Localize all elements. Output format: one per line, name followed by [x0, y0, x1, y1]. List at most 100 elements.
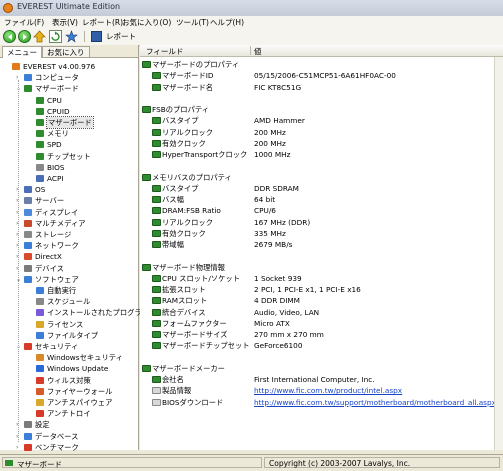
link-icon — [152, 387, 161, 395]
property-row[interactable]: 会社名 First International Computer, Inc. — [140, 374, 503, 385]
tree-item-label: 設定 — [35, 420, 50, 430]
section-header[interactable]: マザーボードのプロパティ — [140, 59, 503, 70]
motherboard-icon — [142, 263, 151, 271]
tree-item-label: OS — [35, 185, 46, 195]
property-value: GeForce6100 — [254, 341, 303, 351]
tree-item-label: スケジュール — [47, 297, 91, 307]
section-header[interactable]: マザーボード物理情報 — [140, 262, 503, 273]
tree-item-label: Windows Update — [47, 364, 109, 374]
property-field: メモリバスのプロパティ — [152, 172, 232, 182]
forward-icon[interactable] — [18, 30, 31, 43]
property-row[interactable]: 有効クロック 200 MHz — [140, 138, 503, 149]
tree-item-label: デバイス — [35, 263, 64, 273]
up-icon[interactable] — [33, 30, 46, 43]
tree-item-label: コンピュータ — [35, 73, 79, 83]
property-row[interactable]: マザーボードチップセット GeForce6100 — [140, 340, 503, 351]
chip-icon — [152, 297, 161, 305]
status-left: マザーボード — [2, 457, 262, 469]
property-value: 167 MHz (DDR) — [254, 217, 311, 227]
back-icon[interactable] — [3, 30, 16, 43]
tree-item-icon — [36, 298, 44, 306]
expand-icon[interactable]: › — [16, 444, 21, 450]
property-field: バスタイプ — [162, 116, 199, 126]
title-bar: EVEREST Ultimate Edition — [0, 0, 503, 17]
chip-icon — [152, 342, 161, 350]
column-value-header[interactable]: 値 — [254, 46, 262, 57]
vertical-scrollbar[interactable] — [494, 57, 503, 450]
property-row[interactable]: BIOSダウンロード http://www.fic.com.tw/support/… — [140, 397, 503, 408]
tree-item-label: インストールされたプログラム — [47, 308, 149, 318]
tree-item-icon — [24, 231, 32, 238]
status-bar: マザーボード Copyright (c) 2003-2007 Lavalys, … — [0, 454, 503, 471]
tree-item-icon — [36, 96, 44, 104]
property-field: マザーボードサイズ — [162, 330, 228, 339]
report-button[interactable]: レポート — [90, 30, 136, 43]
property-row[interactable]: マザーボードサイズ 270 mm x 270 mm — [140, 329, 503, 340]
section-header[interactable]: マザーボードメーカー — [140, 363, 503, 374]
property-row[interactable]: 帯域幅 2679 MB/s — [140, 239, 503, 250]
property-field: 拡張スロット — [162, 285, 206, 294]
tree-item-icon — [36, 410, 44, 418]
tree-item-label: メモリ — [47, 129, 69, 139]
tree-item-icon — [36, 320, 44, 328]
menu-report[interactable]: レポート(R) — [82, 17, 123, 28]
property-field: 統合デバイス — [162, 307, 206, 317]
property-row[interactable]: マザーボードID 05/15/2006-C51MCP51-6A61HF0AC-00 — [140, 70, 503, 81]
motherboard-icon — [142, 364, 151, 372]
tree-item-icon — [24, 74, 32, 82]
chip-icon — [152, 83, 161, 91]
property-row[interactable]: 拡張スロット 2 PCI, 1 PCI-E x1, 1 PCI-E x16 — [140, 284, 503, 295]
favorites-icon[interactable] — [65, 30, 78, 43]
property-row[interactable]: 有効クロック 335 MHz — [140, 228, 503, 239]
section-header[interactable]: メモリバスのプロパティ — [140, 172, 503, 183]
chip-icon — [152, 319, 161, 327]
column-divider[interactable] — [250, 46, 251, 55]
column-field-header[interactable]: フィールド — [146, 46, 183, 57]
nav-tabs: メニュー お気に入り — [0, 45, 138, 58]
property-row[interactable]: 製品情報 http://www.fic.com.tw/product/intel.… — [140, 385, 503, 396]
property-row[interactable]: リアルクロック 200 MHz — [140, 127, 503, 138]
motherboard-icon — [142, 173, 151, 181]
property-row[interactable]: バスタイプ DDR SDRAM — [140, 183, 503, 194]
menu-view[interactable]: 表示(V) — [52, 17, 78, 28]
spacer-row — [140, 352, 503, 363]
property-row[interactable]: バス幅 64 bit — [140, 194, 503, 205]
property-row[interactable]: フォームファクター Micro ATX — [140, 318, 503, 329]
menu-tools[interactable]: ツール(T) — [176, 17, 209, 28]
spacer-row — [140, 250, 503, 261]
property-row[interactable]: RAMスロット 4 DDR DIMM — [140, 295, 503, 306]
menu-help[interactable]: ヘルプ(H) — [210, 17, 244, 28]
property-row[interactable]: CPU スロット/ソケット 1 Socket 939 — [140, 273, 503, 284]
refresh-icon[interactable] — [49, 30, 62, 43]
tree-item-label: アンチスパイウェア — [47, 398, 113, 407]
tree-item-label: SPD — [47, 140, 62, 150]
property-value: 4 DDR DIMM — [254, 296, 300, 306]
tab-menu[interactable]: メニュー — [2, 46, 42, 58]
chip-icon — [152, 72, 161, 80]
property-row[interactable]: リアルクロック 167 MHz (DDR) — [140, 217, 503, 228]
tree-item-icon — [36, 141, 44, 149]
tree-item-icon — [24, 219, 32, 227]
property-link[interactable]: http://www.fic.com.tw/product/intel.aspx — [254, 385, 402, 396]
property-row[interactable]: HyperTransportクロック 1000 MHz — [140, 149, 503, 160]
property-row[interactable]: マザーボード名 FIC KT8C51G — [140, 82, 503, 93]
tree-item-icon — [24, 197, 32, 205]
property-row[interactable]: バスタイプ AMD Hammer — [140, 115, 503, 126]
property-field: マザーボード名 — [162, 82, 214, 92]
property-link[interactable]: http://www.fic.com.tw/support/motherboar… — [254, 397, 496, 408]
tab-favorites[interactable]: お気に入り — [42, 46, 90, 57]
property-field: CPU スロット/ソケット — [162, 273, 240, 283]
menu-file[interactable]: ファイル(F) — [4, 17, 44, 28]
tree-item-label: データベース — [35, 431, 79, 441]
property-row[interactable]: 統合デバイス Audio, Video, LAN — [140, 307, 503, 318]
tree-item-label: CPUID — [47, 106, 70, 116]
property-row[interactable]: DRAM:FSB Ratio CPU/6 — [140, 205, 503, 216]
section-header[interactable]: FSBのプロパティ — [140, 104, 503, 115]
property-value: AMD Hammer — [254, 116, 305, 126]
tree-item-icon — [24, 343, 32, 350]
status-left-text: マザーボード — [17, 460, 62, 469]
tree-item-icon — [24, 443, 32, 451]
menu-favorites[interactable]: お気に入り(O) — [122, 17, 171, 28]
tree-item-label: Windowsセキュリティ — [47, 353, 123, 363]
property-value: 200 MHz — [254, 127, 286, 137]
